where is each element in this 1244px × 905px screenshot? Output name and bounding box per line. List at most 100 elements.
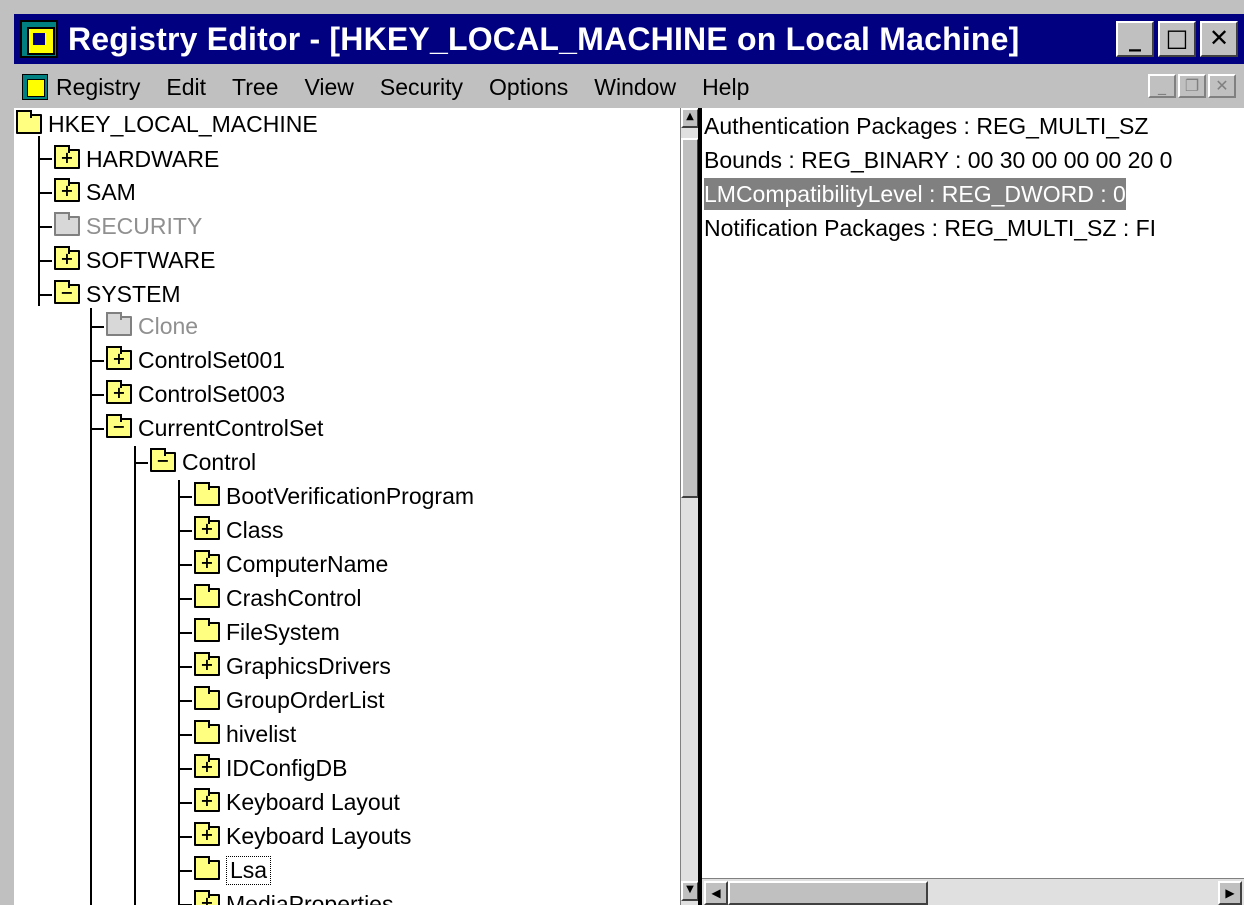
folder-icon: +	[106, 380, 132, 404]
tree-node-label: Lsa	[226, 855, 272, 885]
tree-node-bootverificationprogram[interactable]: BootVerificationProgram	[194, 480, 474, 512]
tree-connector	[178, 870, 192, 872]
tree-connector	[178, 496, 192, 498]
menu-help[interactable]: Help	[702, 74, 749, 101]
tree-connector	[178, 836, 192, 838]
expand-icon[interactable]: +	[196, 893, 218, 905]
maximize-button[interactable]: □	[1158, 21, 1196, 57]
tree-node-label: SAM	[86, 178, 136, 205]
folder-icon	[194, 618, 220, 642]
tree-node-graphicsdrivers[interactable]: + GraphicsDrivers	[194, 650, 391, 682]
value-row-authentication-packages[interactable]: Authentication Packages : REG_MULTI_SZ	[704, 110, 1148, 142]
folder-icon: +	[194, 890, 220, 905]
tree-node-computername[interactable]: + ComputerName	[194, 548, 388, 580]
tree-node-label: Control	[182, 448, 257, 475]
folder-icon	[106, 312, 132, 336]
tree-vertical-scrollbar[interactable]: ▲ ▼	[680, 108, 699, 905]
mdi-minimize-button[interactable]: _	[1148, 74, 1176, 98]
expand-icon[interactable]: +	[196, 553, 218, 573]
mdi-child-icon[interactable]	[22, 74, 48, 100]
tree-node-controlset003[interactable]: + ControlSet003	[106, 378, 285, 410]
tree-node-label: FileSystem	[226, 618, 340, 645]
folder-icon	[194, 482, 220, 506]
expand-icon[interactable]: +	[196, 519, 218, 539]
tree-node-label: hivelist	[226, 720, 297, 747]
tree-connector	[178, 768, 192, 770]
tree-node-keyboard-layout[interactable]: + Keyboard Layout	[194, 786, 400, 818]
menu-window[interactable]: Window	[594, 74, 676, 101]
tree-node-sam[interactable]: + SAM	[54, 176, 136, 208]
menu-edit[interactable]: Edit	[166, 74, 206, 101]
mdi-close-button[interactable]: ✕	[1208, 74, 1236, 98]
tree-node-hardware[interactable]: + HARDWARE	[54, 143, 219, 175]
value-row-notification-packages[interactable]: Notification Packages : REG_MULTI_SZ : F…	[704, 212, 1156, 244]
tree-node-label: BootVerificationProgram	[226, 482, 475, 509]
tree-node-class[interactable]: + Class	[194, 514, 284, 546]
registry-editor-window: Registry Editor - [HKEY_LOCAL_MACHINE on…	[0, 0, 1244, 905]
value-row-lmcompatibilitylevel[interactable]: LMCompatibilityLevel : REG_DWORD : 0	[704, 178, 1126, 210]
tree-node-grouporderlist[interactable]: GroupOrderList	[194, 684, 385, 716]
tree-node-keyboard-layouts[interactable]: + Keyboard Layouts	[194, 820, 411, 852]
menu-tree[interactable]: Tree	[232, 74, 278, 101]
tree-node-software[interactable]: + SOFTWARE	[54, 244, 215, 276]
title-bar[interactable]: Registry Editor - [HKEY_LOCAL_MACHINE on…	[14, 14, 1244, 64]
expand-icon[interactable]: +	[108, 349, 130, 369]
tree-node-label: ControlSet001	[138, 346, 286, 373]
tree-connector	[90, 308, 92, 905]
scroll-thumb[interactable]	[681, 138, 699, 498]
expand-icon[interactable]: +	[196, 757, 218, 777]
scroll-right-arrow-icon[interactable]: ▶	[1218, 881, 1242, 905]
tree-node-crashcontrol[interactable]: CrashControl	[194, 582, 362, 614]
menu-view[interactable]: View	[304, 74, 353, 101]
minimize-button[interactable]: _	[1116, 21, 1154, 57]
tree-node-lsa[interactable]: Lsa	[194, 854, 272, 886]
scroll-thumb[interactable]	[728, 881, 928, 905]
tree-node-control[interactable]: − Control	[150, 446, 256, 478]
menu-options[interactable]: Options	[489, 74, 568, 101]
value-row-bounds[interactable]: Bounds : REG_BINARY : 00 30 00 00 00 20 …	[704, 144, 1172, 176]
tree-node-label: SECURITY	[86, 212, 203, 239]
tree-node-filesystem[interactable]: FileSystem	[194, 616, 340, 648]
menu-security[interactable]: Security	[380, 74, 463, 101]
values-horizontal-scrollbar[interactable]: ◀ ▶	[702, 878, 1244, 905]
expand-icon[interactable]: +	[196, 825, 218, 845]
collapse-icon[interactable]: −	[152, 451, 174, 471]
tree-root[interactable]: HKEY_LOCAL_MACHINE	[16, 108, 318, 140]
folder-icon	[54, 212, 80, 236]
folder-icon: +	[194, 652, 220, 676]
expand-icon[interactable]: +	[108, 383, 130, 403]
expand-icon[interactable]: +	[196, 791, 218, 811]
tree-connector	[90, 428, 104, 430]
window-controls: _ □ ✕	[1116, 21, 1238, 57]
close-button[interactable]: ✕	[1200, 21, 1238, 57]
tree-node-label: GroupOrderList	[226, 686, 385, 713]
scroll-left-arrow-icon[interactable]: ◀	[704, 881, 728, 905]
tree-node-mediaproperties[interactable]: + MediaProperties	[194, 888, 393, 905]
tree-node-hivelist[interactable]: hivelist	[194, 718, 296, 750]
tree-node-clone[interactable]: Clone	[106, 310, 198, 342]
collapse-icon[interactable]: −	[56, 283, 78, 303]
registry-key-tree[interactable]: HKEY_LOCAL_MACHINE + HARDWARE + SAM SECU…	[14, 108, 680, 905]
menu-registry[interactable]: Registry	[56, 74, 140, 101]
tree-node-system[interactable]: − SYSTEM	[54, 278, 181, 310]
expand-icon[interactable]: +	[56, 148, 78, 168]
tree-node-idconfigdb[interactable]: + IDConfigDB	[194, 752, 347, 784]
tree-node-controlset001[interactable]: + ControlSet001	[106, 344, 285, 376]
tree-node-currentcontrolset[interactable]: − CurrentControlSet	[106, 412, 323, 444]
tree-node-security[interactable]: SECURITY	[54, 210, 202, 242]
tree-node-label: HARDWARE	[86, 145, 220, 172]
mdi-controls: _ ❐ ✕	[1148, 74, 1236, 98]
folder-icon: +	[54, 246, 80, 270]
tree-node-label: ControlSet003	[138, 380, 286, 407]
folder-icon: +	[194, 788, 220, 812]
expand-icon[interactable]: +	[56, 249, 78, 269]
registry-values-list[interactable]: Authentication Packages : REG_MULTI_SZ B…	[702, 108, 1244, 878]
collapse-icon[interactable]: −	[108, 417, 130, 437]
tree-connector	[90, 326, 104, 328]
registry-editor-app-icon[interactable]	[20, 20, 58, 58]
expand-icon[interactable]: +	[56, 181, 78, 201]
expand-icon[interactable]: +	[196, 655, 218, 675]
scroll-down-arrow-icon[interactable]: ▼	[681, 881, 699, 901]
mdi-restore-button[interactable]: ❐	[1178, 74, 1206, 98]
scroll-up-arrow-icon[interactable]: ▲	[681, 108, 699, 128]
